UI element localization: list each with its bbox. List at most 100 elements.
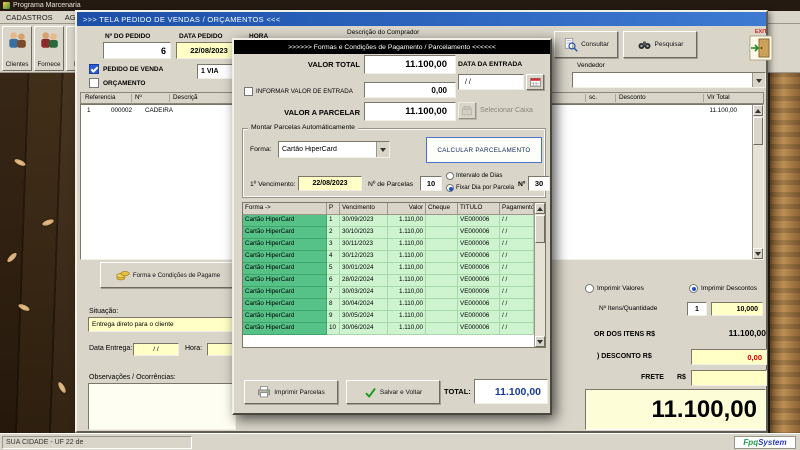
fixar-dia-label: Fixar Dia por Parcela — [456, 184, 515, 191]
parcela-forma: Cartão HiperCard — [243, 275, 327, 287]
imprimir-parcelas-label: Imprimir Parcelas — [274, 388, 325, 396]
fixar-dia-radio[interactable] — [446, 184, 454, 192]
parcela-row[interactable]: Cartão HiperCard 5 30/01/2024 1.110,00 V… — [243, 263, 534, 275]
logo-system: System — [758, 438, 787, 447]
parcela-forma: Cartão HiperCard — [243, 263, 327, 275]
pedido-venda-checkbox[interactable] — [89, 64, 99, 74]
buyer-label: Descrição do Comprador — [347, 29, 420, 36]
parcela-cheque — [426, 251, 458, 263]
order-no-field[interactable]: 6 — [103, 42, 171, 59]
valor-parcelar-field[interactable]: 11.100,00 — [364, 102, 456, 121]
parcela-vencimento: 30/10/2023 — [340, 227, 388, 239]
parcela-row[interactable]: Cartão HiperCard 2 30/10/2023 1.110,00 V… — [243, 227, 534, 239]
orcamento-checkbox[interactable] — [89, 78, 99, 88]
imprimir-parcelas-button[interactable]: Imprimir Parcelas — [244, 380, 338, 404]
entrada-field[interactable]: 0,00 — [364, 82, 456, 98]
itens-field[interactable]: 1 — [687, 302, 707, 316]
scroll-thumb[interactable] — [535, 215, 545, 243]
selecionar-caixa-label: Selecionar Caixa — [480, 107, 533, 114]
wood-shaving — [56, 381, 68, 394]
parcela-numero: 3 — [327, 239, 340, 251]
parcela-numero: 7 — [327, 287, 340, 299]
frete-field[interactable] — [691, 370, 767, 386]
toolbar-clientes-button[interactable]: Clientes — [2, 26, 32, 71]
parcela-cheque — [426, 227, 458, 239]
intervalo-dias-radio[interactable] — [446, 172, 454, 180]
item-row-referencia: 1 — [87, 107, 91, 114]
parcela-vencimento: 30/04/2024 — [340, 299, 388, 311]
parcela-numero: 4 — [327, 251, 340, 263]
calcular-parcelamento-button[interactable]: CALCULAR PARCELAMENTO — [426, 137, 542, 163]
data-entrada-field[interactable]: / / — [458, 74, 524, 90]
parcelas-table-header[interactable]: Forma -> P Vencimento Valor Cheque TITUL… — [243, 203, 534, 215]
payment-dialog-titlebar[interactable]: >>>>>> Formas e Condições de Pagamento /… — [234, 40, 550, 54]
payment-conditions-button[interactable]: Forma e Condições de Pagame — [100, 262, 236, 288]
data-entrega-field[interactable]: / / — [133, 343, 179, 356]
valor-itens-label: OR DOS ITENS R$ — [594, 331, 656, 338]
chevron-down-icon[interactable] — [752, 73, 765, 87]
parcela-row[interactable]: Cartão HiperCard 9 30/05/2024 1.110,00 V… — [243, 311, 534, 323]
vencimento-field[interactable]: 22/08/2023 — [298, 176, 362, 191]
parcela-valor: 1.110,00 — [388, 263, 426, 275]
exit-door-icon — [749, 35, 773, 61]
vendedor-select[interactable] — [572, 72, 766, 88]
toolbar-fornecedores-button[interactable]: Fornece — [34, 26, 64, 71]
parcela-forma: Cartão HiperCard — [243, 251, 327, 263]
quantidade-field[interactable]: 10,000 — [711, 302, 763, 316]
calendar-button[interactable] — [526, 74, 544, 90]
imprimir-descontos-radio[interactable] — [689, 284, 698, 293]
header-forma: Forma -> — [243, 203, 327, 215]
payment-dialog: >>>>>> Formas e Condições de Pagamento /… — [232, 38, 552, 415]
parcela-row[interactable]: Cartão HiperCard 4 30/12/2023 1.110,00 V… — [243, 251, 534, 263]
desconto-field[interactable]: 0,00 — [691, 349, 767, 365]
scroll-thumb[interactable] — [753, 117, 763, 145]
pesquisar-button[interactable]: Pesquisar — [623, 31, 697, 58]
parcela-numero: 2 — [327, 227, 340, 239]
parcela-row[interactable]: Cartão HiperCard 1 30/09/2023 1.110,00 V… — [243, 215, 534, 227]
parcela-vencimento: 30/06/2024 — [340, 323, 388, 335]
situacao-field[interactable]: Entrega direto para o cliente — [88, 317, 236, 332]
coins-icon — [116, 268, 130, 282]
scroll-up-icon[interactable] — [753, 105, 763, 116]
vencimento-label: 1º Vencimento: — [250, 181, 296, 188]
item-row-descricao: CADEIRA — [145, 107, 173, 114]
consultar-button[interactable]: Consultar — [554, 31, 618, 58]
parcela-row[interactable]: Cartão HiperCard 3 30/11/2023 1.110,00 V… — [243, 239, 534, 251]
parcela-titulo: VE000006 — [458, 287, 500, 299]
forma-select[interactable]: Cartão HiperCard — [278, 141, 390, 158]
parcela-valor: 1.110,00 — [388, 311, 426, 323]
parcela-titulo: VE000006 — [458, 227, 500, 239]
salvar-voltar-button[interactable]: Salvar e Voltar — [346, 380, 440, 404]
scroll-down-icon[interactable] — [535, 336, 545, 347]
header-titulo: TITULO — [458, 203, 500, 215]
observacoes-textarea[interactable] — [88, 383, 236, 430]
menu-cadastros[interactable]: CADASTROS — [0, 13, 59, 22]
parcela-row[interactable]: Cartão HiperCard 7 30/03/2024 1.110,00 V… — [243, 287, 534, 299]
items-header-desconto: Desconto — [619, 94, 646, 101]
parcelas-field[interactable]: 10 — [420, 176, 442, 191]
items-header-vlrtotal: Vlr Total — [707, 94, 730, 101]
scroll-up-icon[interactable] — [535, 203, 545, 214]
parcela-cheque — [426, 299, 458, 311]
order-no-label: Nº DO PEDIDO — [105, 33, 151, 40]
parcela-row[interactable]: Cartão HiperCard 8 30/04/2024 1.110,00 V… — [243, 299, 534, 311]
salvar-voltar-label: Salvar e Voltar — [379, 388, 423, 396]
valor-total-field[interactable]: 11.100,00 — [364, 55, 456, 74]
parcelas-scrollbar[interactable] — [534, 203, 545, 347]
parcela-row[interactable]: Cartão HiperCard 6 28/02/2024 1.110,00 V… — [243, 275, 534, 287]
imprimir-valores-radio[interactable] — [585, 284, 594, 293]
selecionar-caixa-button[interactable] — [458, 102, 476, 119]
parcela-vencimento: 30/05/2024 — [340, 311, 388, 323]
parcela-row[interactable]: Cartão HiperCard 10 30/06/2024 1.110,00 … — [243, 323, 534, 335]
num-field[interactable]: 30 — [528, 176, 550, 191]
parcela-forma: Cartão HiperCard — [243, 311, 327, 323]
scroll-down-icon[interactable] — [753, 248, 763, 259]
chevron-down-icon[interactable] — [376, 142, 389, 157]
valor-itens-value: 11.100,00 — [728, 328, 766, 338]
informar-entrada-checkbox[interactable] — [244, 87, 253, 96]
items-scrollbar[interactable] — [752, 105, 763, 259]
exit-button[interactable]: EXIT — [745, 29, 777, 65]
order-window-titlebar[interactable]: >>> TELA PEDIDO DE VENDAS / ORÇAMENTOS <… — [77, 12, 766, 26]
calendar-icon — [529, 77, 541, 88]
pedido-venda-label: PEDIDO DE VENDA — [103, 66, 164, 73]
